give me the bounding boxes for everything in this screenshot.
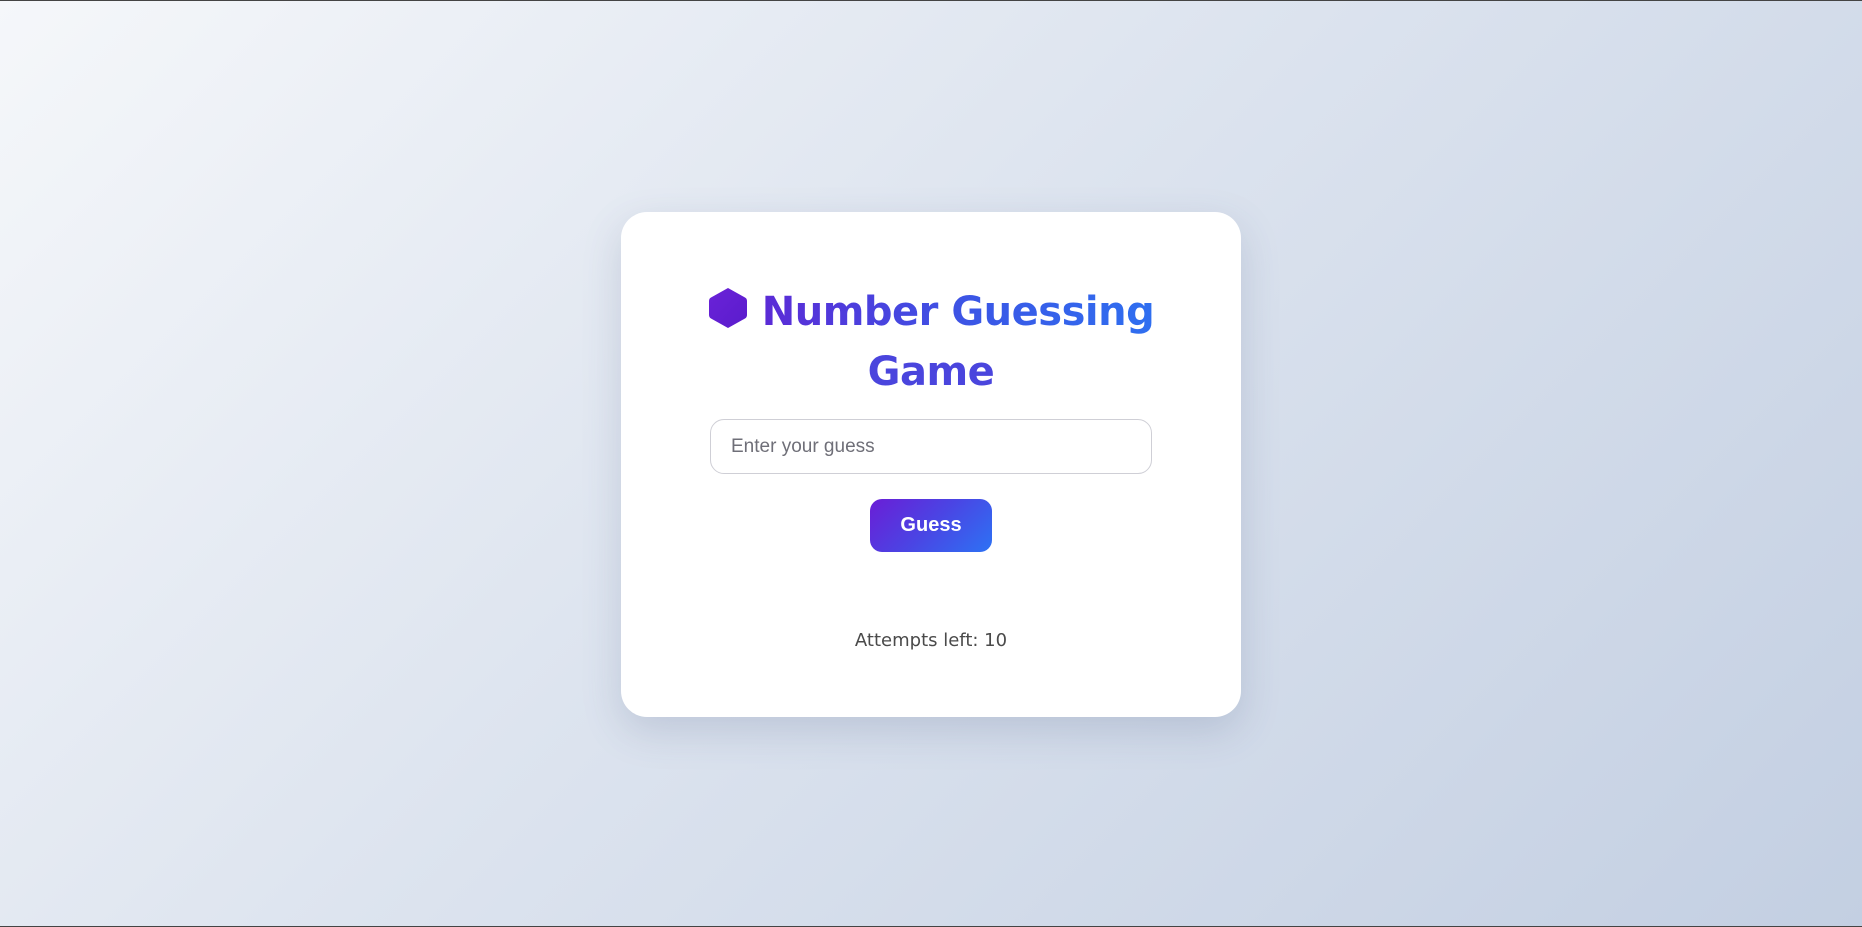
title-text-line-1: Number Guessing (762, 282, 1155, 342)
page-title: Number Guessing Game (621, 282, 1241, 402)
hexagon-icon (708, 288, 747, 328)
title-text-line-2: Game (867, 349, 995, 395)
game-card: Number Guessing Game Guess Attempts left… (621, 212, 1241, 717)
title-row: Number Guessing (621, 282, 1241, 342)
attempts-left-text: Attempts left: 10 (854, 630, 1008, 651)
guess-button[interactable]: Guess (870, 499, 992, 552)
guess-input[interactable] (710, 419, 1152, 474)
